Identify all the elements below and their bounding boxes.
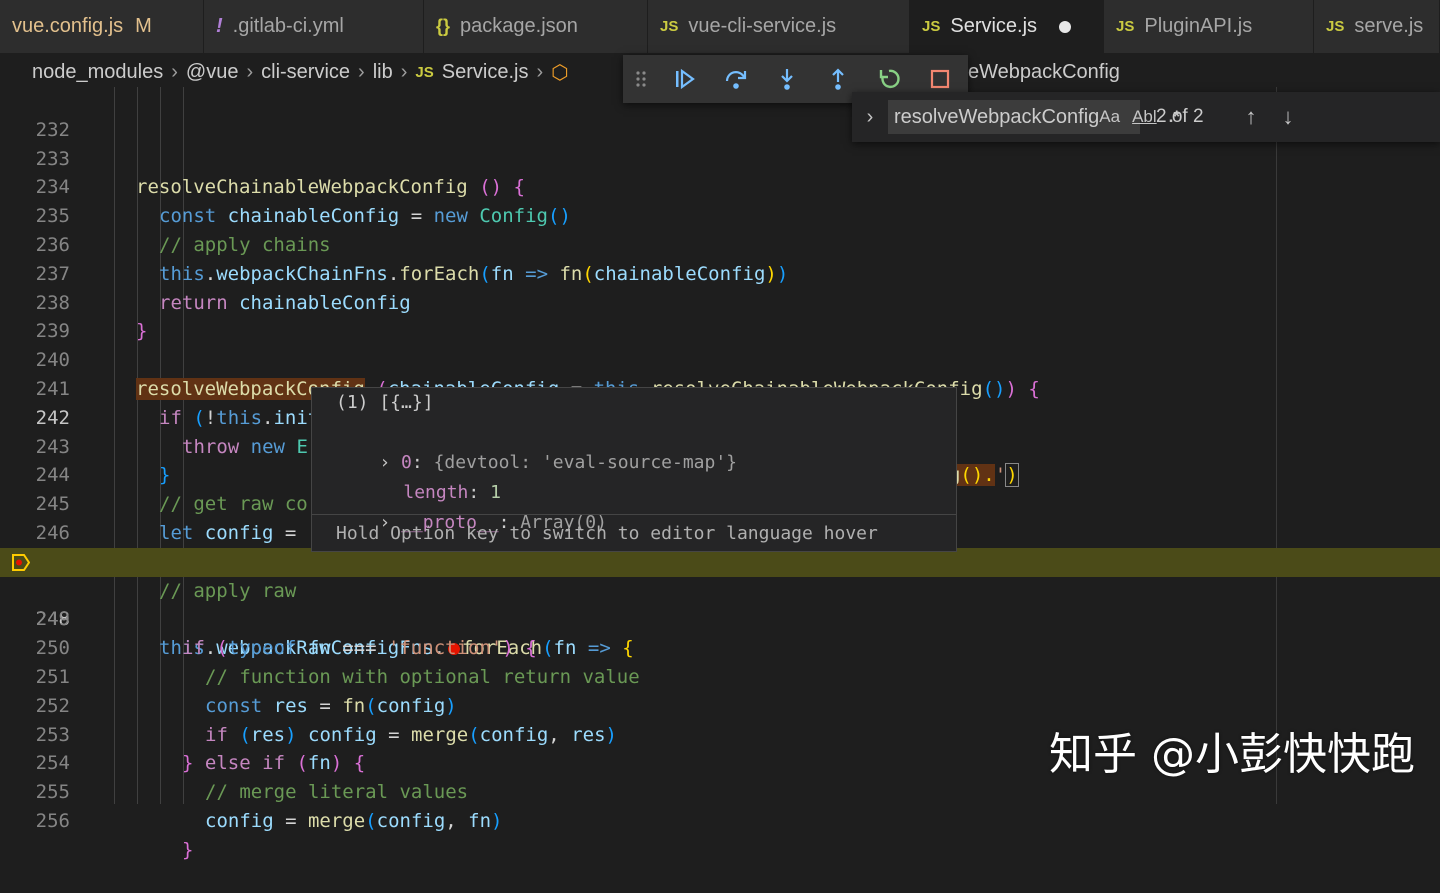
chevron-right-icon: › <box>358 60 365 83</box>
code-line: 241 if (!this.initialized) { <box>0 346 1440 429</box>
debug-hover-widget: (1) [{…}] › 0: {devtool: 'eval-source-ma… <box>311 387 957 552</box>
code-line: 235 // apply chains <box>0 173 1440 256</box>
breakpoint-stopped-icon[interactable] <box>12 553 30 571</box>
tab-label: serve.js <box>1354 15 1424 37</box>
code-line: 249 if (typeof fn === 'function') { <box>0 577 1440 659</box>
match-count: 2 of 2 <box>1156 106 1204 127</box>
code-line: 240 resolveWebpackConfig (chainableConfi… <box>0 317 1440 400</box>
breadcrumb-file[interactable]: Service.js <box>442 61 529 84</box>
tab-service-js[interactable]: JS Service.js <box>910 0 1104 53</box>
step-over-icon <box>725 71 746 89</box>
step-into-icon <box>780 69 793 90</box>
js-file-icon: JS <box>1326 18 1345 35</box>
code-line: 252 if (res) config = merge(config, res) <box>0 663 1440 746</box>
unsaved-dot-icon[interactable] <box>1059 20 1072 33</box>
hover-hint: Hold Option key to switch to editor lang… <box>312 514 956 552</box>
tab-label: vue-cli-service.js <box>688 15 837 37</box>
line-number: 256 <box>35 809 70 832</box>
code-line: 250 // function with optional return val… <box>0 605 1440 688</box>
tab-vue-config[interactable]: vue.config.js M <box>0 0 204 53</box>
hover-item-length: length: 1 <box>403 482 501 503</box>
continue-icon <box>675 68 695 90</box>
method-symbol-icon: ⬡ <box>551 61 569 84</box>
restart-icon <box>879 69 900 89</box>
tab-serve-js[interactable]: JS serve.js <box>1314 0 1440 53</box>
code-line: 236 this.webpackChainFns.forEach(fn => f… <box>0 202 1440 285</box>
continue-button[interactable] <box>659 55 710 103</box>
step-into-button[interactable] <box>761 55 812 103</box>
tab-label: PluginAPI.js <box>1144 15 1253 37</box>
tab-vue-cli-service[interactable]: JS vue-cli-service.js <box>648 0 910 53</box>
chevron-right-icon: › <box>246 60 254 83</box>
code-line: 253 } else if (fn) { <box>0 692 1440 775</box>
tab-label: vue.config.js <box>12 15 124 37</box>
js-file-icon: JS <box>1116 18 1135 35</box>
tab-package-json[interactable]: {} package.json <box>424 0 648 53</box>
tab-label: package.json <box>460 15 578 37</box>
chevron-right-icon: › <box>171 60 178 83</box>
code-line: 251 const res = fn(config) <box>0 634 1440 717</box>
tab-label: .gitlab-ci.yml <box>232 15 344 37</box>
editor-tab-bar: vue.config.js M ! .gitlab-ci.yml {} pack… <box>0 0 1440 53</box>
hover-item-0[interactable]: › 0: {devtool: 'eval-source-map'} <box>336 418 737 473</box>
find-input[interactable]: resolveWebpackConfig Aa Abl .* <box>888 100 1180 134</box>
step-over-button[interactable] <box>710 55 761 103</box>
breadcrumb-item[interactable]: @vue <box>186 61 239 84</box>
drag-handle-icon[interactable] <box>623 70 659 88</box>
whole-word-icon[interactable]: Abl <box>1132 107 1157 127</box>
breadcrumb-item[interactable]: cli-service <box>261 61 350 84</box>
chevron-right-icon[interactable]: › <box>852 106 888 129</box>
code-line: 234 const chainableConfig = new Config() <box>0 145 1440 227</box>
tab-gitlab-ci[interactable]: ! .gitlab-ci.yml <box>204 0 424 53</box>
breadcrumb-item[interactable]: node_modules <box>32 61 163 84</box>
hover-header: (1) [{…}] <box>336 392 434 413</box>
breadcrumb-item[interactable]: lib <box>373 61 393 84</box>
tab-plugin-api[interactable]: JS PluginAPI.js <box>1104 0 1314 53</box>
arrow-up-icon[interactable]: ↑ <box>1246 104 1257 130</box>
chevron-right-icon: › <box>400 60 408 83</box>
js-file-icon: JS <box>922 18 941 35</box>
watermark-text: 知乎 @小彭快快跑 <box>1049 729 1415 780</box>
code-line: 239 <box>0 289 1440 342</box>
match-case-icon[interactable]: Aa <box>1099 107 1120 127</box>
stop-icon <box>930 69 949 89</box>
json-file-icon: {} <box>436 16 451 36</box>
yaml-file-icon: ! <box>216 15 223 37</box>
step-out-icon <box>831 68 844 90</box>
code-line: 237 return chainableConfig <box>0 231 1440 314</box>
modified-badge: M <box>135 15 152 37</box>
hover-item-proto[interactable]: › __proto__: Array(0) <box>336 478 607 533</box>
code-line: 256 } <box>0 778 1440 861</box>
chevron-right-icon: › <box>536 60 544 83</box>
arrow-down-icon[interactable]: ↓ <box>1283 104 1294 130</box>
find-widget: › resolveWebpackConfig Aa Abl .* 2 of 2 … <box>852 92 1440 142</box>
code-line: 238 } <box>0 260 1440 343</box>
tab-label: Service.js <box>950 15 1038 37</box>
js-file-icon: JS <box>660 18 679 35</box>
js-file-icon: JS <box>415 63 434 81</box>
